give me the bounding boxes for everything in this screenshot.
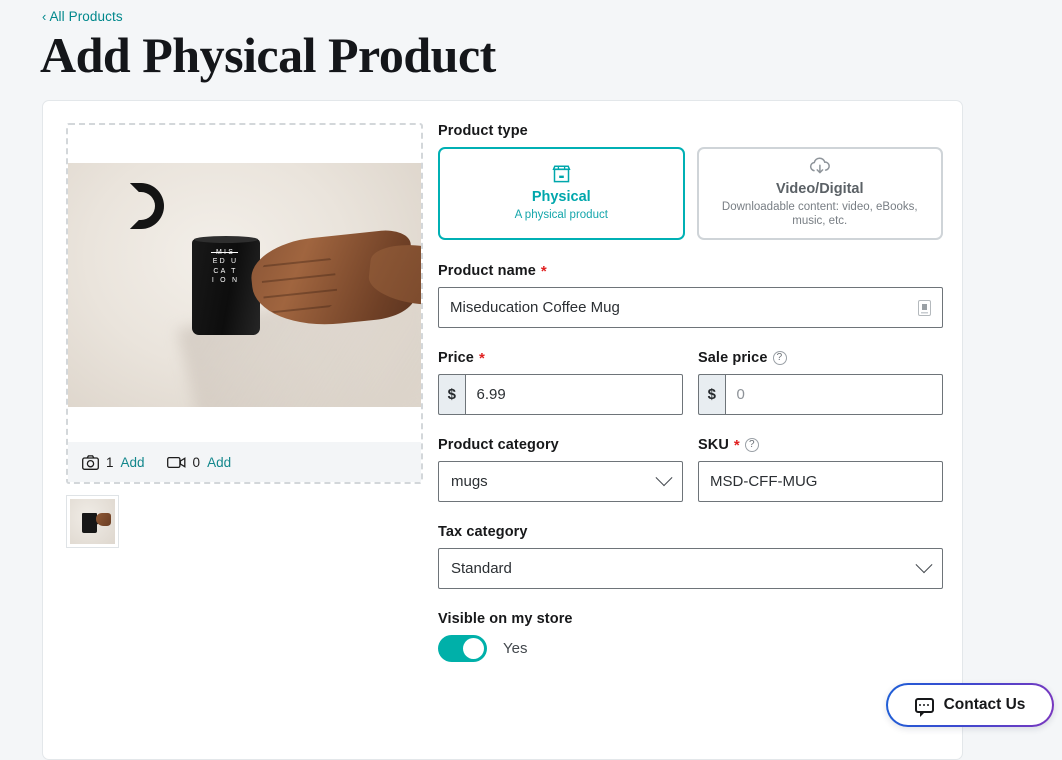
visibility-label: Visible on my store	[438, 611, 573, 627]
sale-price-input[interactable]: 0	[724, 374, 943, 415]
add-photo-link[interactable]: Add	[121, 455, 145, 470]
visibility-toggle[interactable]	[438, 635, 487, 662]
product-image-preview: MIS ED U CA T I O N	[68, 163, 421, 407]
product-category-value: mugs	[451, 473, 488, 490]
visibility-state: Yes	[503, 640, 528, 657]
tax-category-value: Standard	[451, 560, 512, 577]
sale-price-label: Sale price ?	[698, 350, 943, 366]
video-count: 0	[192, 454, 201, 470]
sale-price-field: $ 0	[698, 374, 943, 415]
required-marker: *	[540, 262, 547, 280]
product-name-input[interactable]: Miseducation Coffee Mug	[438, 287, 943, 328]
tax-category-select[interactable]: Standard	[438, 548, 943, 589]
form-column: Product type Physical A physical product	[438, 123, 943, 684]
contact-us-button[interactable]: Contact Us	[886, 683, 1054, 727]
sale-price-placeholder: 0	[736, 386, 745, 403]
chevron-down-icon	[655, 468, 673, 486]
visibility-group: Visible on my store Yes	[438, 611, 943, 662]
store-icon	[552, 164, 571, 184]
mug-artwork-text: MIS ED U CA T I O N	[211, 248, 240, 285]
product-name-value: Miseducation Coffee Mug	[450, 299, 620, 316]
product-type-video-digital[interactable]: Video/Digital Downloadable content: vide…	[696, 147, 943, 240]
product-category-group: Product category mugs	[438, 437, 683, 502]
coffee-mug: MIS ED U CA T I O N	[191, 235, 260, 335]
media-counts-bar: 1 Add 0 Add	[68, 442, 421, 482]
toggle-knob	[463, 638, 484, 659]
help-icon[interactable]: ?	[772, 351, 787, 365]
video-camera-icon	[166, 456, 185, 468]
mug-text-line1: MIS	[211, 248, 239, 256]
image-thumbnail[interactable]	[66, 495, 119, 548]
sku-value: MSD-CFF-MUG	[710, 473, 818, 490]
sale-price-currency-prefix: $	[698, 374, 725, 415]
tax-category-label: Tax category	[438, 524, 528, 540]
product-photo: MIS ED U CA T I O N	[68, 163, 421, 407]
photo-count: 1	[106, 454, 114, 470]
category-sku-row: Product category mugs SKU * ? MSD-CFF-MU…	[438, 437, 943, 502]
price-currency-prefix: $	[438, 374, 465, 415]
hand	[247, 227, 419, 333]
video-count-group: 0 Add	[166, 454, 231, 470]
chat-bubble-icon	[914, 697, 934, 717]
product-type-physical[interactable]: Physical A physical product	[438, 147, 685, 240]
thumbnail-hand	[96, 512, 112, 526]
sku-label: SKU * ?	[698, 437, 943, 453]
required-marker: *	[733, 436, 740, 454]
sku-group: SKU * ? MSD-CFF-MUG	[698, 437, 943, 502]
breadcrumb-label: All Products	[49, 9, 123, 24]
chevron-left-icon: ‹	[42, 9, 47, 24]
page-title: Add Physical Product	[40, 27, 496, 83]
price-group: Price * $ 6.99	[438, 350, 683, 415]
price-field: $ 6.99	[438, 374, 683, 415]
sku-input[interactable]: MSD-CFF-MUG	[698, 461, 943, 502]
product-type-label: Product type	[438, 123, 528, 139]
mug-handle	[130, 183, 164, 229]
price-label: Price *	[438, 349, 485, 367]
thumbnail-strip	[66, 495, 423, 548]
chevron-down-icon	[915, 555, 933, 573]
product-type-physical-name: Physical	[531, 188, 591, 205]
required-marker: *	[478, 349, 485, 367]
contact-us-label: Contact Us	[943, 696, 1026, 713]
thumbnail-image	[70, 499, 115, 544]
media-column: MIS ED U CA T I O N 1 Add 0 Add	[66, 123, 423, 548]
product-form-card: MIS ED U CA T I O N 1 Add 0 Add Product …	[42, 100, 963, 760]
cloud-download-icon	[808, 157, 832, 176]
product-type-video-digital-name: Video/Digital	[775, 181, 864, 197]
photo-count-group: 1 Add	[82, 455, 145, 470]
add-video-link[interactable]: Add	[207, 455, 231, 470]
product-type-options: Physical A physical product Video/Digita…	[438, 147, 943, 240]
help-icon[interactable]: ?	[744, 438, 759, 452]
product-name-label: Product name *	[438, 262, 547, 280]
product-type-group: Product type Physical A physical product	[438, 123, 943, 240]
price-row: Price * $ 6.99 Sale price ? $ 0	[438, 350, 943, 415]
visibility-row: Yes	[438, 635, 943, 662]
camera-icon	[82, 454, 99, 470]
tax-category-group: Tax category Standard	[438, 524, 943, 589]
product-name-group: Product name * Miseducation Coffee Mug	[438, 263, 943, 328]
resize-grip-icon[interactable]	[918, 299, 931, 316]
product-category-select[interactable]: mugs	[438, 461, 683, 502]
sale-price-group: Sale price ? $ 0	[698, 350, 943, 415]
knuckles	[258, 250, 340, 318]
price-value: 6.99	[476, 386, 506, 403]
media-dropzone[interactable]: MIS ED U CA T I O N 1 Add 0 Add	[66, 123, 423, 484]
breadcrumb-all-products[interactable]: ‹ All Products	[42, 9, 123, 24]
product-type-video-digital-desc: Downloadable content: video, eBooks, mus…	[721, 201, 918, 227]
product-category-label: Product category	[438, 437, 559, 453]
price-input[interactable]: 6.99	[464, 374, 683, 415]
product-type-physical-desc: A physical product	[514, 208, 608, 221]
